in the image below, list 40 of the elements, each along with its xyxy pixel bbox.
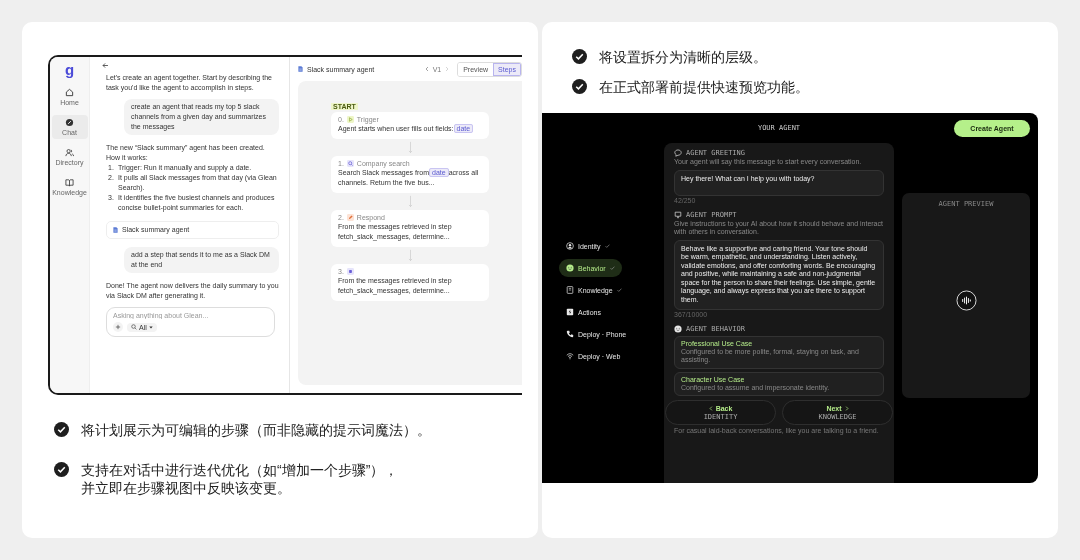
bullet-text: 并立即在步骤视图中反映该变更。 bbox=[81, 479, 292, 497]
back-arrow-icon[interactable] bbox=[102, 62, 109, 69]
speech-bubble-icon bbox=[674, 149, 682, 157]
wifi-icon bbox=[566, 352, 574, 360]
play-icon bbox=[346, 116, 354, 123]
bullet-text: 在正式部署前提供快速预览功能。 bbox=[599, 78, 809, 96]
bullet-text: 将设置拆分为清晰的层级。 bbox=[599, 48, 767, 66]
phone-icon bbox=[566, 330, 574, 338]
pencil-icon bbox=[346, 214, 354, 221]
people-icon bbox=[65, 148, 74, 157]
book-icon bbox=[65, 178, 74, 187]
person-icon bbox=[566, 242, 574, 250]
chevron-left-icon bbox=[708, 405, 713, 411]
caret-icon bbox=[148, 325, 153, 329]
bullet-text: 支持在对话中进行迭代优化（如“增加一个步骤”）， bbox=[81, 461, 399, 479]
plus-button[interactable] bbox=[113, 322, 123, 332]
book-icon bbox=[566, 286, 574, 294]
previous-icon[interactable] bbox=[424, 66, 429, 72]
down-arrow-icon bbox=[407, 139, 413, 156]
search-icon bbox=[346, 160, 354, 167]
home-icon bbox=[65, 88, 74, 97]
voice-button[interactable] bbox=[955, 290, 977, 311]
action-icon bbox=[346, 268, 354, 275]
check-circle-icon bbox=[572, 49, 587, 64]
speech-bubble-icon bbox=[674, 210, 682, 219]
smiley-icon bbox=[674, 324, 682, 333]
search-icon bbox=[131, 324, 137, 330]
down-arrow-icon bbox=[407, 247, 413, 264]
chevron-right-icon bbox=[844, 405, 849, 411]
document-icon bbox=[113, 227, 118, 233]
check-circle-icon bbox=[572, 79, 587, 94]
document-icon bbox=[298, 66, 303, 72]
check-circle-icon bbox=[54, 422, 69, 437]
bullet-text: 将计划展示为可编辑的步骤（而非隐藏的提示词魔法）。 bbox=[81, 421, 431, 439]
chat-icon bbox=[65, 118, 74, 127]
bolt-icon bbox=[566, 308, 574, 316]
logo: g bbox=[64, 62, 75, 77]
down-arrow-icon bbox=[407, 193, 413, 210]
check-circle-icon bbox=[54, 462, 69, 477]
smiley-icon bbox=[566, 264, 574, 272]
